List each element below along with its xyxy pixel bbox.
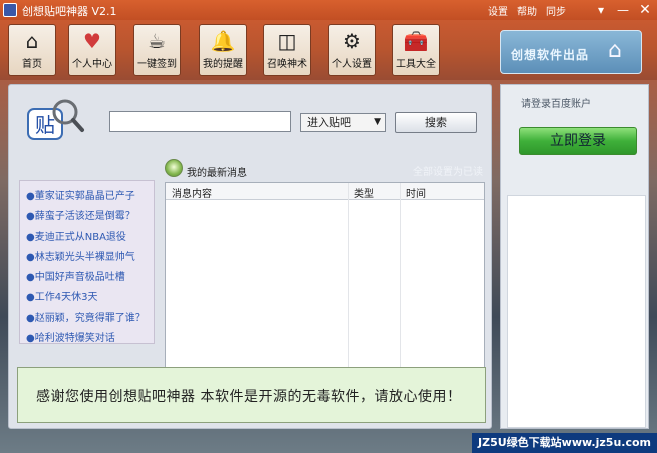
bell-icon: 🔔 <box>210 29 236 53</box>
menu-help[interactable]: 帮助 <box>517 3 537 18</box>
toolbar-reminder-button[interactable]: 🔔 我的提醒 <box>199 24 247 76</box>
toolbar-settings-label: 个人设置 <box>332 59 372 70</box>
column-time[interactable]: 时间 <box>406 185 426 200</box>
toolbar-profile-button[interactable]: ♥ 个人中心 <box>68 24 116 76</box>
news-item[interactable]: ●薛蛮子活该还是倒霉？ <box>26 207 135 222</box>
messages-table-header: 消息内容 类型 时间 <box>166 183 484 200</box>
title-bar: 创想贴吧神器 V2.1 设置 帮助 同步 ▾ — ✕ <box>0 0 657 20</box>
messages-header: 我的最新消息 全部设置为已读 <box>165 159 493 181</box>
minimize-icon[interactable]: — <box>615 2 631 18</box>
menu-sync[interactable]: 同步 <box>546 3 566 18</box>
messages-title: 我的最新消息 <box>187 168 247 179</box>
toolbar-signin-button[interactable]: ☕ 一键签到 <box>133 24 181 76</box>
news-item[interactable]: ●工作4天休3天 <box>26 288 97 303</box>
login-panel: 请登录百度账户 立即登录 <box>500 84 649 429</box>
house-icon: ⌂ <box>608 38 622 63</box>
login-hint: 请登录百度账户 <box>521 99 591 110</box>
news-item[interactable]: ●哈利波特爆笑对话 <box>26 329 115 344</box>
news-item[interactable]: ●赵丽颖，究竟得罪了谁？ <box>26 309 145 324</box>
window-controls: ▾ — ✕ <box>593 2 653 18</box>
column-type[interactable]: 类型 <box>354 185 374 200</box>
svg-text:贴: 贴 <box>35 113 55 137</box>
toolbar-home-label: 首页 <box>22 59 42 70</box>
select-value: 进入贴吧 <box>307 116 351 129</box>
close-icon[interactable]: ✕ <box>637 2 653 18</box>
toolbar-tools-button[interactable]: 🧰 工具大全 <box>392 24 440 76</box>
login-button[interactable]: 立即登录 <box>519 127 637 155</box>
search-logo-icon: 贴 <box>27 99 84 140</box>
toolbar-summon-label: 召唤神术 <box>267 59 307 70</box>
toolbar-reminder-label: 我的提醒 <box>203 59 243 70</box>
news-item[interactable]: ●林志颖光头半裸显帅气 <box>26 248 135 263</box>
watermark-banner: JZ5U绿色下载站www.jz5u.com <box>472 433 657 453</box>
notice-box: 感谢您使用创想贴吧神器 本软件是开源的无毒软件，请放心使用！ <box>17 367 486 423</box>
brand-text: 创想软件出品 <box>511 48 590 62</box>
brand-banner: 创想软件出品 ⌂ <box>500 30 642 74</box>
toolbar-profile-label: 个人中心 <box>72 59 112 70</box>
toolbar-home-button[interactable]: ⌂ 首页 <box>8 24 56 76</box>
toolbar-tools-label: 工具大全 <box>396 59 436 70</box>
toolbox-icon: 🧰 <box>403 29 429 53</box>
notice-text: 感谢您使用创想贴吧神器 本软件是开源的无毒软件，请放心使用！ <box>36 389 462 405</box>
toolbar-summon-button[interactable]: ◫ 召唤神术 <box>263 24 311 76</box>
account-list[interactable] <box>507 195 646 428</box>
column-content[interactable]: 消息内容 <box>172 185 212 200</box>
menu-settings[interactable]: 设置 <box>488 3 508 18</box>
message-icon <box>165 159 183 177</box>
home-icon: ⌂ <box>25 29 39 53</box>
stamp-icon: ☕ <box>148 29 166 53</box>
toolbar-settings-button[interactable]: ⚙ 个人设置 <box>328 24 376 76</box>
top-menu: 设置 帮助 同步 <box>488 3 566 18</box>
window-title: 创想贴吧神器 V2.1 <box>22 5 117 18</box>
toolbar-signin-label: 一键签到 <box>137 59 177 70</box>
heart-icon: ♥ <box>83 29 101 53</box>
news-item[interactable]: ●麦迪正式从NBA退役 <box>26 228 126 243</box>
search-input[interactable] <box>109 111 291 132</box>
chevron-down-icon: ▼ <box>374 117 381 127</box>
binoculars-icon: ◫ <box>277 29 297 53</box>
app-icon <box>3 3 17 17</box>
gear-icon: ⚙ <box>343 29 361 53</box>
news-item[interactable]: ●中国好声音极品吐槽 <box>26 268 125 283</box>
main-panel: 贴 进入贴吧 ▼ 搜索 ●董家证实郭晶晶已产子 ●薛蛮子活该还是倒霉？ ●麦迪正… <box>8 84 492 429</box>
skin-icon[interactable]: ▾ <box>593 2 609 18</box>
news-list: ●董家证实郭晶晶已产子 ●薛蛮子活该还是倒霉？ ●麦迪正式从NBA退役 ●林志颖… <box>19 180 155 344</box>
bar-select[interactable]: 进入贴吧 ▼ <box>300 113 386 132</box>
search-button[interactable]: 搜索 <box>395 112 477 133</box>
news-item[interactable]: ●董家证实郭晶晶已产子 <box>26 187 135 202</box>
mark-all-read-link[interactable]: 全部设置为已读 <box>413 163 483 178</box>
